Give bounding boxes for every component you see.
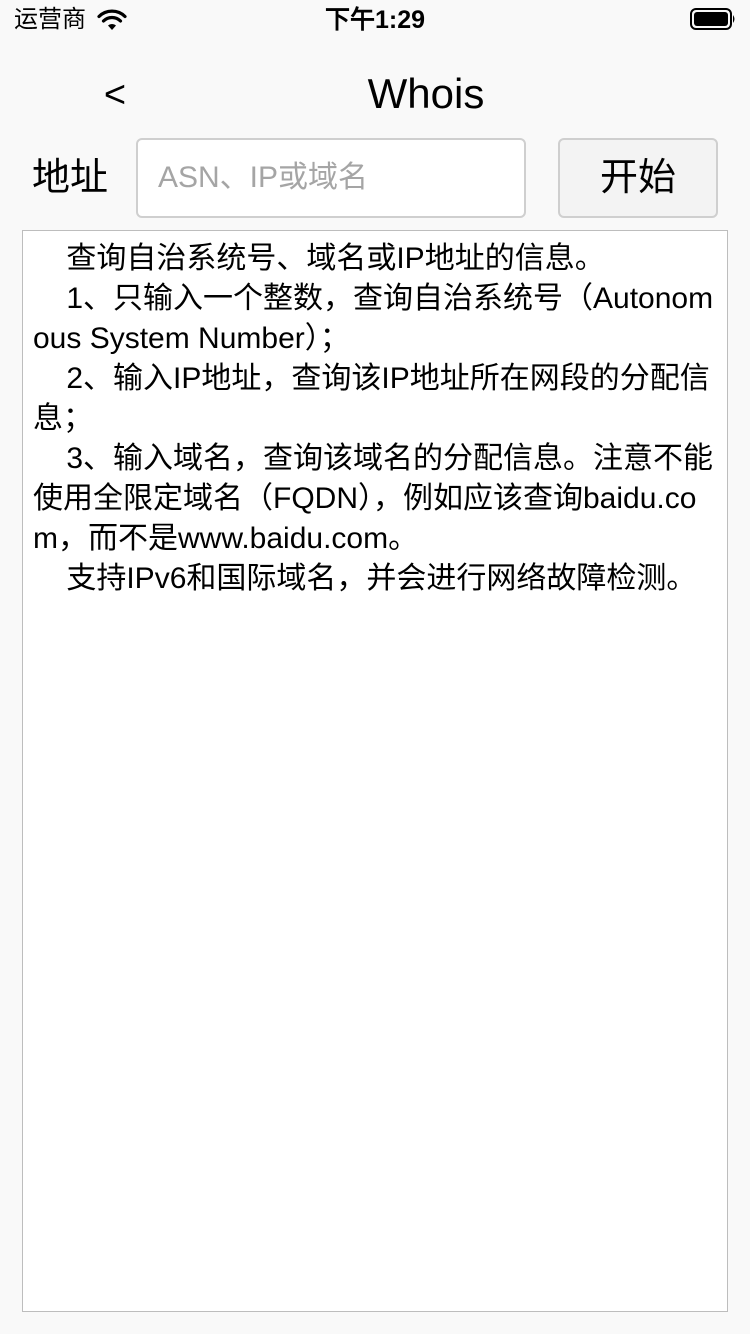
address-label: 地址 — [32, 157, 109, 199]
navigation-bar: < Whois — [0, 52, 750, 140]
status-bar: 运营商 下午1:29 — [0, 0, 750, 40]
page-title: Whois — [367, 70, 485, 117]
result-text-view[interactable]: 查询自治系统号、域名或IP地址的信息。 1、只输入一个整数，查询自治系统号（Au… — [22, 230, 728, 1312]
address-input[interactable] — [136, 138, 526, 218]
status-time: 下午1:29 — [324, 6, 426, 34]
battery-icon — [690, 8, 735, 30]
query-form: 地址 开始 — [0, 138, 750, 218]
start-button[interactable]: 开始 — [558, 138, 718, 218]
